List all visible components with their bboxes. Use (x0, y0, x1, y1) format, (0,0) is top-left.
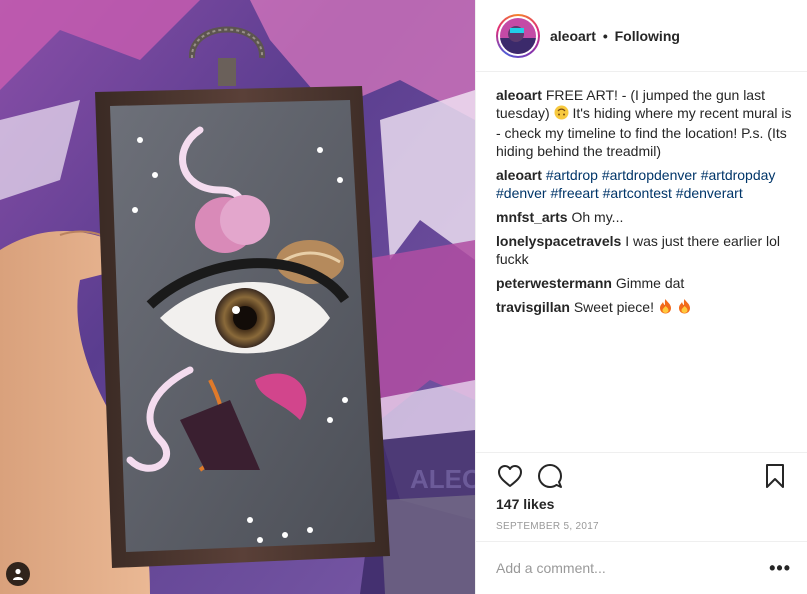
artwork-photo: ALEO (0, 0, 475, 594)
post-date[interactable]: SEPTEMBER 5, 2017 (496, 521, 599, 532)
hashtag-link[interactable]: #denver (496, 185, 547, 201)
comment-text: Sweet piece! (573, 299, 654, 315)
hashtag-link[interactable]: #artcontest (603, 185, 672, 201)
comment-username[interactable]: mnfst_arts (496, 209, 568, 225)
fire-emoji-icon (658, 298, 673, 318)
upside-down-face-emoji-icon (554, 105, 569, 124)
comment-username[interactable]: peterwestermann (496, 275, 612, 291)
comment-text: Gimme dat (615, 275, 685, 291)
hashtag-link[interactable]: #freeart (550, 185, 598, 201)
save-button[interactable] (761, 462, 789, 490)
svg-text:ALEO: ALEO (410, 464, 475, 494)
comment-item: mnfst_arts Oh my... (496, 208, 795, 226)
likes-count[interactable]: 147 likes (496, 496, 554, 512)
following-button[interactable]: Following (615, 28, 680, 44)
comment-item: peterwestermann Gimme dat (496, 274, 795, 292)
comment-item: lonelyspacetravels I was just there earl… (496, 232, 795, 268)
more-options-button[interactable]: ••• (769, 558, 791, 579)
comment-icon (538, 464, 562, 488)
user-tag-button[interactable] (6, 562, 30, 586)
caption-comment: aleoart FREE ART! - (I jumped the gun la… (496, 86, 795, 160)
comment-button[interactable] (536, 462, 564, 490)
hashtags-comment: aleoart #artdrop #artdropdenver #artdrop… (496, 166, 795, 202)
actions-divider (476, 452, 807, 453)
post-photo[interactable]: ALEO (0, 0, 475, 594)
comments-list: aleoart FREE ART! - (I jumped the gun la… (496, 86, 795, 324)
header-separator: • (602, 27, 608, 44)
story-ring[interactable] (496, 13, 540, 58)
post-side-panel: aleoart • Following aleoart FREE ART! - … (475, 0, 807, 594)
caption-username[interactable]: aleoart (496, 87, 542, 103)
heart-icon (498, 465, 522, 487)
avatar[interactable] (500, 17, 536, 54)
hashtag-link[interactable]: #artdropday (701, 167, 776, 183)
user-tag-icon (13, 568, 23, 580)
avatar-frame (498, 15, 538, 56)
comment-text: Oh my... (571, 209, 624, 225)
comment-username[interactable]: lonelyspacetravels (496, 233, 621, 249)
post: ALEO aleoart • Following aleoart FREE AR… (0, 0, 807, 594)
like-button[interactable] (496, 462, 524, 490)
add-comment-bar: ••• (476, 541, 807, 594)
avatar-image (500, 17, 536, 54)
hashtag-link[interactable]: #artdrop (546, 167, 598, 183)
hashtag-link[interactable]: #artdropdenver (602, 167, 697, 183)
comment-item: travisgillan Sweet piece! (496, 298, 795, 318)
fire-emoji-icon (677, 298, 692, 318)
action-icons (496, 462, 564, 490)
bookmark-icon (766, 464, 784, 488)
comment-username[interactable]: aleoart (496, 167, 542, 183)
hashtag-link[interactable]: #denverart (676, 185, 743, 201)
header-username[interactable]: aleoart (550, 28, 596, 44)
add-comment-input[interactable] (496, 560, 770, 576)
post-header: aleoart • Following (476, 0, 807, 72)
comment-username[interactable]: travisgillan (496, 299, 570, 315)
header-text: aleoart • Following (550, 28, 680, 44)
